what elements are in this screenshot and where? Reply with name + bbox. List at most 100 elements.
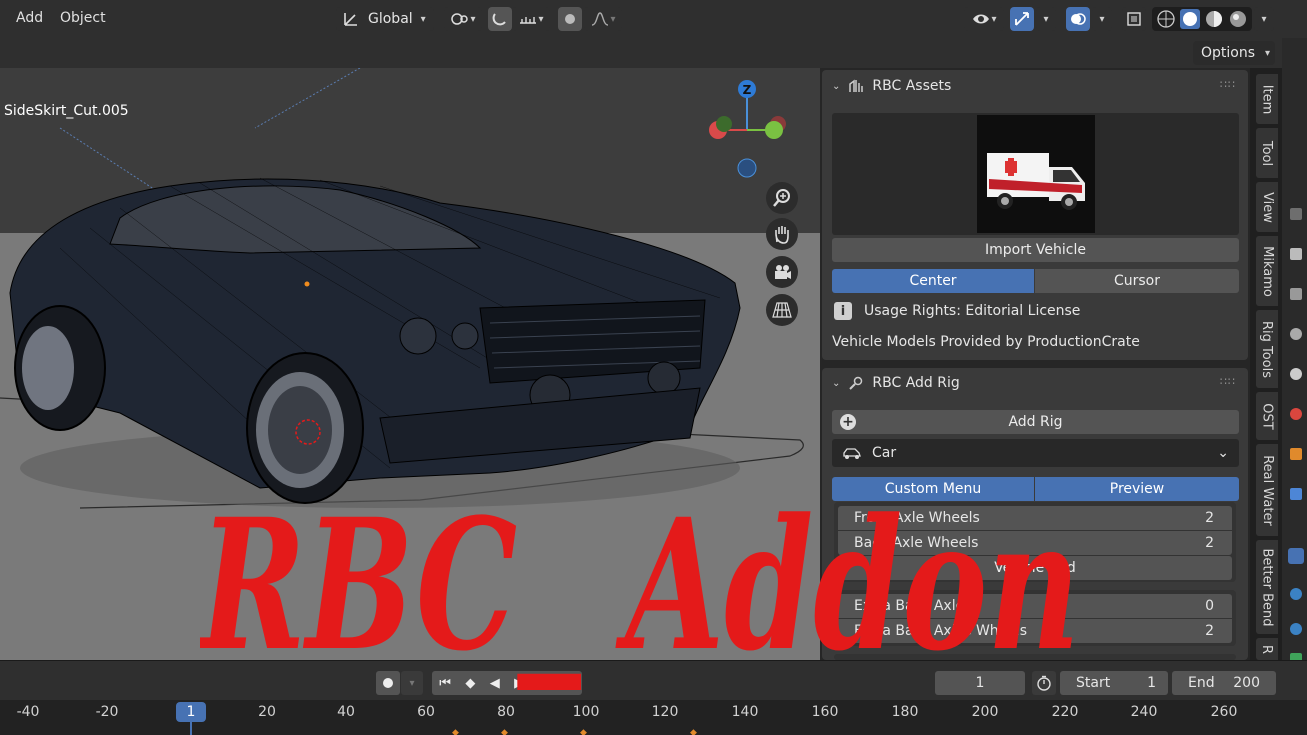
- collapse-chevron-icon: ⌄: [832, 80, 841, 92]
- cursor-toggle[interactable]: Cursor: [1035, 269, 1239, 293]
- solid-shading-icon[interactable]: [1180, 9, 1200, 29]
- add-rig-label: Add Rig: [1008, 414, 1063, 430]
- header-bar: Add Object Global ▾ ▾ ▾ ▾ ▾ ▾ ▾ ▾: [0, 0, 1307, 38]
- navigation-gizmo[interactable]: Z: [700, 80, 800, 190]
- panel-grip-icon[interactable]: ∷∷: [1220, 78, 1236, 91]
- zoom-icon[interactable]: [766, 182, 798, 214]
- start-frame-field[interactable]: Start 1: [1060, 671, 1168, 695]
- render-properties-icon[interactable]: [1290, 248, 1302, 260]
- hand-pan-icon[interactable]: [766, 218, 798, 250]
- vehicle-bed-toggle[interactable]: Vehicle Bed: [838, 556, 1232, 580]
- eye-icon: [973, 14, 990, 24]
- physics-properties-icon[interactable]: [1290, 588, 1302, 600]
- tab-tool[interactable]: Tool: [1256, 128, 1278, 178]
- modifier-properties-icon[interactable]: [1290, 488, 1302, 500]
- back-axle-wheels-field[interactable]: Back Axle Wheels 2: [838, 531, 1232, 555]
- center-toggle[interactable]: Center: [832, 269, 1034, 293]
- add-rig-button[interactable]: + Add Rig: [832, 410, 1239, 434]
- shading-dropdown[interactable]: ▾: [1254, 7, 1274, 31]
- rendered-shading-icon[interactable]: [1228, 9, 1248, 29]
- next-keyframe-icon[interactable]: ◆: [539, 676, 549, 691]
- current-frame-marker[interactable]: 1: [176, 702, 206, 722]
- panel-grip-icon[interactable]: ∷∷: [1220, 375, 1236, 388]
- tab-item[interactable]: Item: [1256, 74, 1278, 124]
- tab-real-water[interactable]: Real Water: [1256, 444, 1278, 536]
- tab-label: R: [1259, 644, 1275, 654]
- rbc-assets-header[interactable]: ⌄ RBC Assets: [832, 74, 951, 98]
- tab-view[interactable]: View: [1256, 182, 1278, 232]
- output-properties-icon[interactable]: [1290, 288, 1302, 300]
- tick-label: 220: [1051, 704, 1079, 720]
- tab-rig-tools[interactable]: Rig Tools: [1256, 310, 1278, 388]
- ambulance-image: [987, 153, 1085, 210]
- snap-target-dropdown[interactable]: ▾: [512, 7, 550, 31]
- material-shading-icon[interactable]: [1204, 9, 1224, 29]
- 3d-viewport[interactable]: SideSkirt_Cut.005 Z: [0, 68, 820, 660]
- tab-better-bend[interactable]: Better Bend: [1256, 540, 1278, 634]
- particles-properties-icon[interactable]: [1288, 548, 1304, 564]
- import-vehicle-button[interactable]: Import Vehicle: [832, 238, 1239, 262]
- world-properties-icon[interactable]: [1290, 408, 1302, 420]
- play-icon[interactable]: ▶: [514, 676, 524, 691]
- jump-start-icon[interactable]: ⏮: [439, 676, 451, 691]
- menu-object[interactable]: Object: [60, 10, 106, 26]
- extra-back-axles-field[interactable]: Extra Back Axles 0: [838, 594, 1232, 618]
- overlays-dropdown[interactable]: ▾: [1092, 7, 1112, 31]
- usage-rights-row: i Usage Rights: Editorial License: [834, 302, 1080, 320]
- preview-tab[interactable]: Preview: [1035, 477, 1239, 501]
- view-layer-properties-icon[interactable]: [1290, 328, 1302, 340]
- transform-orientation-dropdown[interactable]: Global ▾: [336, 7, 434, 31]
- rbc-add-rig-header[interactable]: ⌄ RBC Add Rig: [832, 371, 960, 395]
- add-circle-icon: +: [840, 414, 856, 430]
- visibility-dropdown[interactable]: ▾: [964, 7, 1004, 31]
- credit-text: Vehicle Models Provided by ProductionCra…: [832, 334, 1140, 350]
- tab-ost[interactable]: OST: [1256, 392, 1278, 440]
- keying-dropdown[interactable]: ▾: [401, 671, 423, 695]
- front-axle-wheels-field[interactable]: Front Axle Wheels 2: [838, 506, 1232, 530]
- gizmo-dropdown[interactable]: ▾: [1036, 7, 1056, 31]
- field-label: Extra Back Axles: [854, 598, 972, 614]
- current-frame-field[interactable]: 1: [935, 671, 1025, 695]
- jump-end-icon[interactable]: ⏭: [563, 676, 575, 691]
- pivot-point-dropdown[interactable]: ▾: [444, 7, 482, 31]
- tick-label: 160: [811, 704, 839, 720]
- snap-toggle[interactable]: [488, 7, 512, 31]
- tab-mikamo[interactable]: Mikamo: [1256, 236, 1278, 306]
- tick-label: -20: [95, 704, 119, 720]
- options-button[interactable]: Options ▾: [1193, 41, 1275, 65]
- gizmo-toggle[interactable]: [1010, 7, 1034, 31]
- chevron-down-icon: ▾: [470, 13, 476, 25]
- falloff-dropdown[interactable]: ▾: [584, 7, 622, 31]
- prev-keyframe-icon[interactable]: ◆: [465, 676, 475, 691]
- menu-add[interactable]: Add: [16, 10, 43, 26]
- grid-perspective-icon[interactable]: [766, 294, 798, 326]
- field-label: Front Axle Wheels: [854, 510, 980, 526]
- xray-toggle[interactable]: [1122, 7, 1146, 31]
- tab-label: OST: [1259, 402, 1275, 430]
- tick-label: 240: [1130, 704, 1158, 720]
- vehicle-thumbnail[interactable]: [977, 115, 1095, 233]
- tool-properties-icon[interactable]: [1290, 208, 1302, 220]
- chevron-down-icon: ▾: [991, 13, 997, 25]
- record-dot-icon: [383, 678, 393, 688]
- gizmo-z-label: Z: [743, 83, 752, 97]
- custom-menu-tab[interactable]: Custom Menu: [832, 477, 1034, 501]
- overlays-icon: [1071, 13, 1086, 25]
- tab-r[interactable]: R: [1256, 638, 1278, 660]
- end-frame-field[interactable]: End 200: [1172, 671, 1276, 695]
- extra-back-axles-wheels-field[interactable]: Extra Back Axles Wheels 2: [838, 619, 1232, 643]
- object-properties-icon[interactable]: [1290, 448, 1302, 460]
- constraints-properties-icon[interactable]: [1290, 623, 1302, 635]
- vehicle-type-dropdown[interactable]: Car ⌄: [832, 439, 1239, 467]
- timeline-ruler[interactable]: -40 -20 1 20 40 60 80 100 120 140 160 18…: [0, 700, 1307, 735]
- active-object-label: SideSkirt_Cut.005: [4, 103, 129, 119]
- keyframe-insert-button[interactable]: [376, 671, 400, 695]
- camera-icon[interactable]: [766, 256, 798, 288]
- scene-properties-icon[interactable]: [1290, 368, 1302, 380]
- chevron-down-icon: ▾: [409, 677, 415, 689]
- overlays-toggle[interactable]: [1066, 7, 1090, 31]
- play-reverse-icon[interactable]: ◀: [490, 676, 500, 691]
- proportional-edit-toggle[interactable]: [558, 7, 582, 31]
- wireframe-shading-icon[interactable]: [1156, 9, 1176, 29]
- auto-keying-toggle[interactable]: [1032, 671, 1056, 695]
